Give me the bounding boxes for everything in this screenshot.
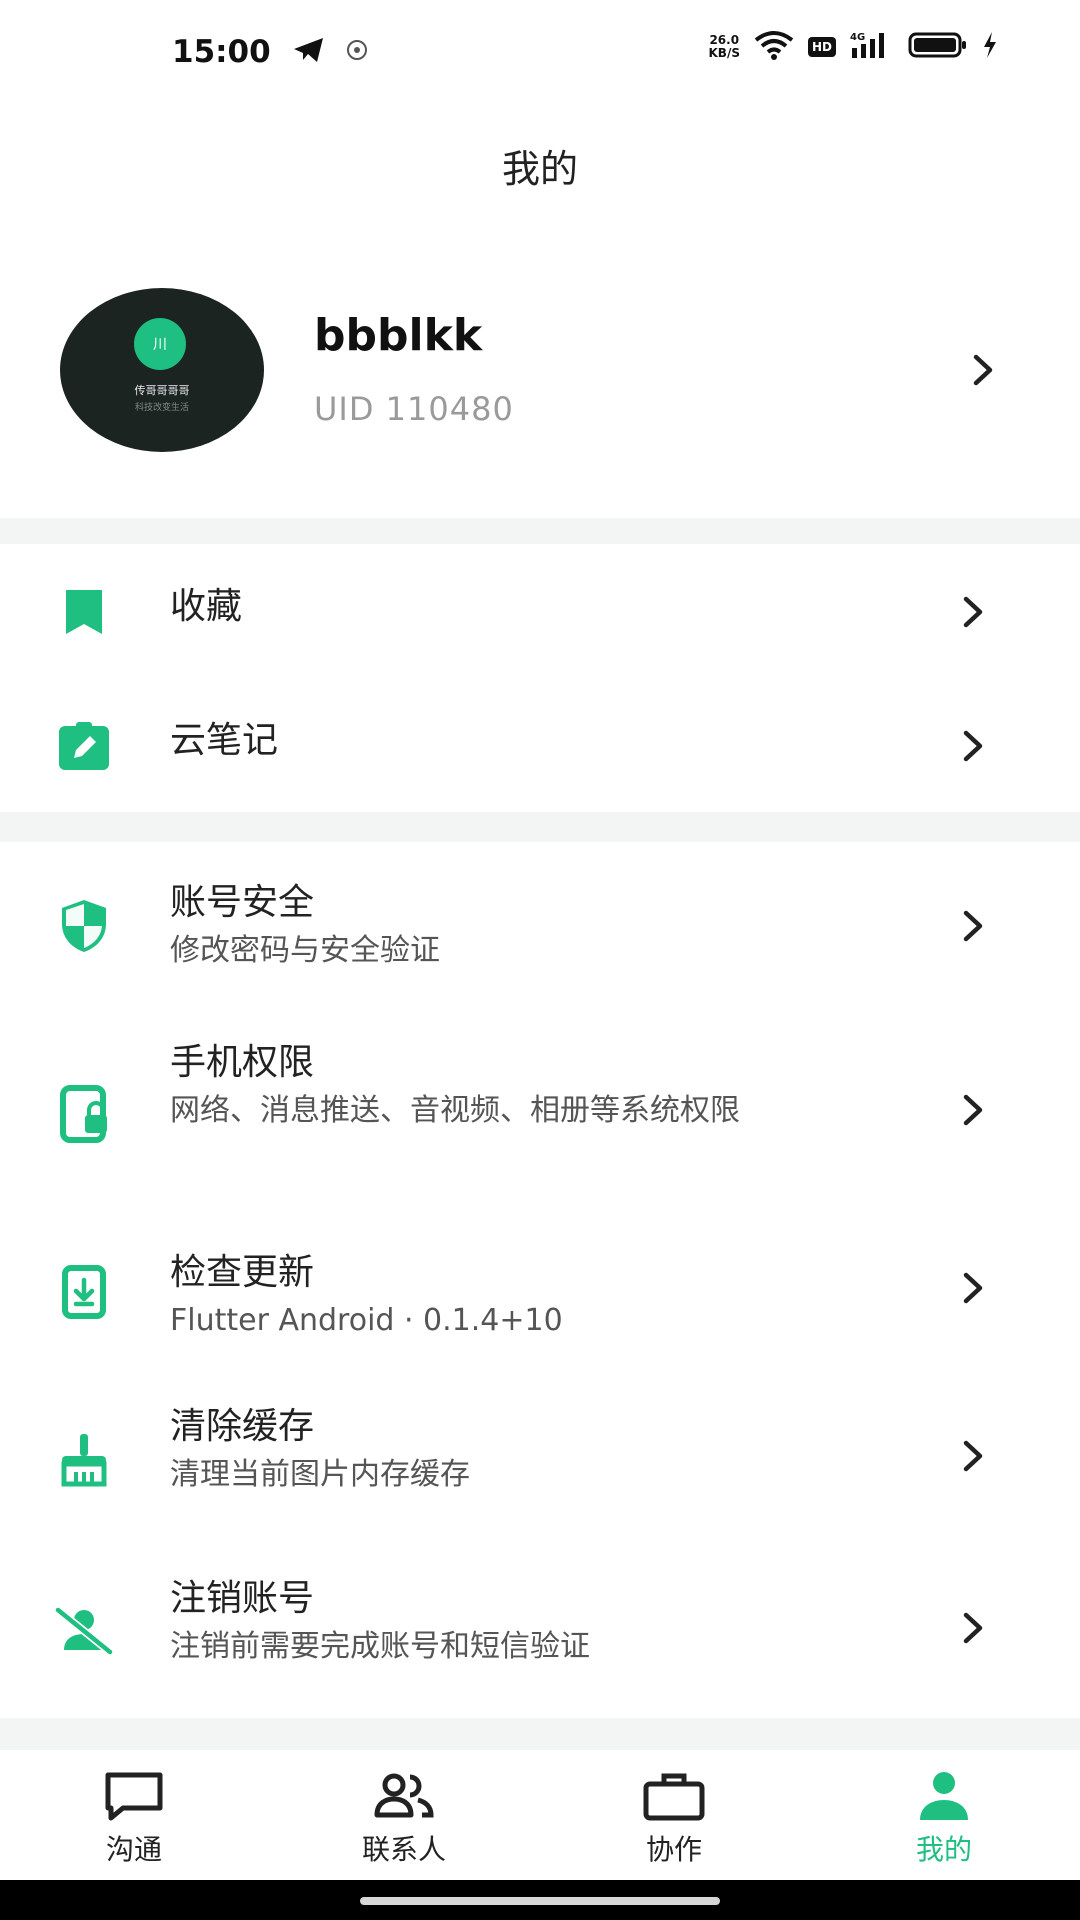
chevron-right-icon bbox=[968, 352, 998, 392]
page-title: 我的 bbox=[501, 146, 578, 191]
chevron-right-icon bbox=[958, 728, 988, 768]
home-gesture-handle[interactable] bbox=[360, 1897, 720, 1905]
menu-item-title: 注销账号 bbox=[170, 1578, 315, 1619]
tab-label: 沟通 bbox=[105, 1833, 162, 1866]
svg-text:4G: 4G bbox=[850, 32, 865, 43]
avatar[interactable]: 川 传哥哥哥哥 科技改变生活 bbox=[60, 288, 264, 452]
profile-name: bbblkk bbox=[314, 310, 483, 361]
wifi-icon bbox=[754, 30, 794, 64]
signal-icon: 4G bbox=[850, 30, 894, 64]
menu-item-subtitle: 清理当前图片内存缓存 bbox=[170, 1457, 470, 1492]
menu-item-title: 账号安全 bbox=[170, 882, 315, 923]
tab-chat[interactable]: 沟通 bbox=[34, 1750, 234, 1880]
profile-card[interactable]: 川 传哥哥哥哥 科技改变生活 bbblkk UID 110480 bbox=[0, 250, 1080, 490]
telegram-icon bbox=[292, 36, 326, 68]
tab-collaboration[interactable]: 协作 bbox=[574, 1750, 774, 1880]
clipboard-edit-icon bbox=[52, 714, 116, 778]
user-off-icon bbox=[52, 1598, 116, 1662]
chevron-right-icon bbox=[958, 1270, 988, 1310]
menu-item-phone-permissions[interactable]: 手机权限 网络、消息推送、音视频、相册等系统权限 bbox=[0, 1012, 1080, 1212]
person-icon bbox=[916, 1768, 972, 1824]
network-speed: 26.0 KB/S bbox=[708, 33, 740, 60]
menu-item-title: 清除缓存 bbox=[170, 1406, 315, 1447]
chevron-right-icon bbox=[958, 1610, 988, 1650]
download-icon bbox=[52, 1260, 116, 1324]
menu-item-check-update[interactable]: 检查更新 Flutter Android · 0.1.4+10 bbox=[0, 1212, 1080, 1372]
status-bar: 15:00 26.0 KB/S HD 4G bbox=[0, 0, 1080, 110]
contacts-icon bbox=[372, 1768, 436, 1824]
menu-item-title: 检查更新 bbox=[170, 1252, 315, 1293]
bottom-tab-bar: 沟通 联系人 协作 我的 bbox=[0, 1750, 1080, 1880]
charging-icon bbox=[982, 31, 998, 63]
section-divider bbox=[0, 1718, 1080, 1750]
app-notification-icon bbox=[346, 39, 368, 65]
menu-item-favorites[interactable]: 收藏 bbox=[0, 544, 1080, 680]
shield-icon bbox=[52, 894, 116, 958]
chevron-right-icon bbox=[958, 1092, 988, 1132]
status-left-icons bbox=[292, 36, 368, 68]
phone-lock-icon bbox=[52, 1082, 116, 1146]
tab-contacts[interactable]: 联系人 bbox=[304, 1750, 504, 1880]
menu-item-clear-cache[interactable]: 清除缓存 清理当前图片内存缓存 bbox=[0, 1372, 1080, 1544]
tab-label: 我的 bbox=[915, 1833, 972, 1866]
chevron-right-icon bbox=[958, 1438, 988, 1478]
menu-item-subtitle: 网络、消息推送、音视频、相册等系统权限 bbox=[170, 1093, 740, 1128]
chevron-right-icon bbox=[958, 908, 988, 948]
tab-label: 协作 bbox=[645, 1833, 702, 1866]
broom-icon bbox=[52, 1428, 116, 1492]
tab-label: 联系人 bbox=[361, 1833, 446, 1866]
section-divider bbox=[0, 518, 1080, 544]
menu-item-title: 手机权限 bbox=[170, 1042, 315, 1083]
menu-item-account-security[interactable]: 账号安全 修改密码与安全验证 bbox=[0, 842, 1080, 1012]
menu-item-title: 云笔记 bbox=[170, 720, 279, 761]
menu-item-subtitle: 修改密码与安全验证 bbox=[170, 933, 440, 968]
bookmark-icon bbox=[52, 580, 116, 644]
status-right-icons: 26.0 KB/S HD 4G bbox=[709, 30, 999, 64]
menu-item-subtitle: Flutter Android · 0.1.4+10 bbox=[170, 1303, 563, 1338]
chat-icon bbox=[103, 1768, 165, 1824]
menu-item-delete-account[interactable]: 注销账号 注销前需要完成账号和短信验证 bbox=[0, 1544, 1080, 1716]
profile-uid: UID 110480 bbox=[314, 390, 514, 428]
battery-icon bbox=[908, 31, 968, 63]
menu-item-cloud-notes[interactable]: 云笔记 bbox=[0, 680, 1080, 812]
section-divider bbox=[0, 812, 1080, 842]
system-navigation-bar bbox=[0, 1880, 1080, 1920]
avatar-subtext: 科技改变生活 bbox=[134, 403, 189, 413]
hd-badge: HD bbox=[807, 37, 836, 57]
briefcase-icon bbox=[642, 1768, 706, 1824]
status-time: 15:00 bbox=[172, 34, 271, 70]
avatar-text: 传哥哥哥哥 bbox=[134, 384, 190, 397]
chevron-right-icon bbox=[958, 594, 988, 634]
menu-item-subtitle: 注销前需要完成账号和短信验证 bbox=[170, 1629, 590, 1664]
tab-mine[interactable]: 我的 bbox=[844, 1750, 1044, 1880]
top-bar: 我的 bbox=[0, 110, 1080, 220]
avatar-badge: 川 bbox=[134, 318, 186, 370]
menu-item-title: 收藏 bbox=[170, 586, 243, 627]
